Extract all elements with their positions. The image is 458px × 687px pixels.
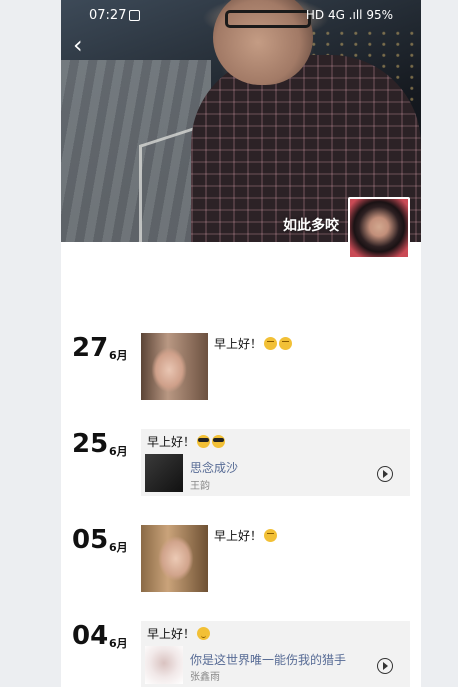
status-time: 07:27 [89,8,127,23]
smile-face-icon [197,627,211,640]
song-title[interactable]: 你是这世界唯一能伤我的猎手 [190,651,346,668]
entry-month: 6月 [109,445,128,458]
sunglasses-face-icon [212,435,226,448]
moment-text-body: 早上好！ [147,627,196,641]
song-artist: 张鑫雨 [190,672,220,683]
entry-month: 6月 [109,541,128,554]
avatar[interactable] [348,197,410,259]
album-cover [145,646,183,684]
entry-day: 04 [72,621,109,651]
status-indicators: HD 4G .ıll 95% [305,8,393,22]
moment-text: 早上好！ [214,527,278,544]
sleepy-face-icon [279,337,293,350]
album-page: 07:27 HD 4G .ıll 95% ‹ 如此多咬 27 6月 早上好！ 2… [61,0,421,687]
moment-text-body: 早上好！ [147,435,196,449]
entry-day: 27 [72,333,109,363]
moment-text: 早上好！ [147,625,211,642]
sleepy-face-icon [264,337,278,350]
moment-photo[interactable] [141,333,208,400]
entry-day: 25 [72,429,109,459]
moment-text-body: 早上好！ [214,529,263,543]
moment-text: 早上好！ [147,433,226,450]
play-icon[interactable] [377,466,393,482]
entry-day: 05 [72,525,109,555]
play-icon[interactable] [377,658,393,674]
music-share-card[interactable]: 早上好！ 你是这世界唯一能伤我的猎手 张鑫雨 [141,621,410,687]
entry-month: 6月 [109,349,128,362]
moment-text-body: 早上好！ [214,337,263,351]
moment-text: 早上好！ [214,335,293,352]
notification-icon [129,10,140,21]
sleepy-face-icon [264,529,278,542]
album-cover [145,454,183,492]
status-bar: 07:27 HD 4G .ıll 95% [61,6,421,26]
moment-photo[interactable] [141,525,208,592]
song-artist: 王韵 [190,481,210,492]
entry-month: 6月 [109,637,128,650]
profile-name: 如此多咬 [283,218,339,234]
song-title[interactable]: 思念成沙 [190,459,238,476]
sunglasses-face-icon [197,435,211,448]
music-share-card[interactable]: 早上好！ 思念成沙 王韵 [141,429,410,496]
back-arrow-icon[interactable]: ‹ [73,33,83,57]
